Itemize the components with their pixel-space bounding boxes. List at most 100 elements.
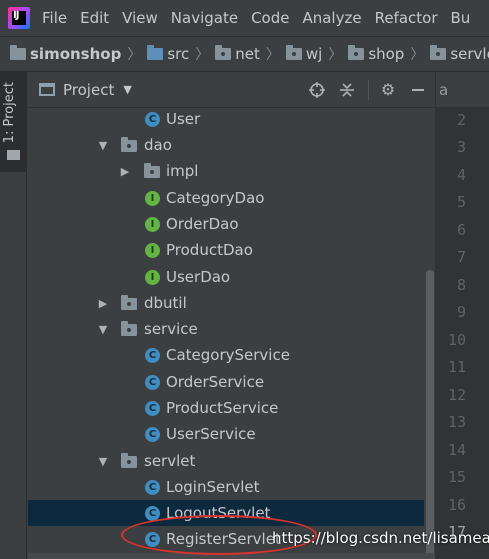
menu-refactor[interactable]: Refactor	[375, 9, 438, 27]
panel-toolbar: ⚙	[298, 79, 435, 101]
package-icon	[144, 163, 160, 178]
collapse-all-icon[interactable]	[336, 79, 358, 101]
line-number: 9	[456, 303, 466, 321]
line-number: 11	[447, 358, 466, 376]
tree-item-label: dao	[144, 136, 172, 154]
chevron-right-icon[interactable]: ▶	[97, 297, 109, 310]
tree-item-label: ProductDao	[166, 241, 253, 259]
tree-item-orderdao[interactable]: I OrderDao	[28, 211, 435, 237]
menu-code[interactable]: Code	[251, 9, 289, 27]
package-icon	[121, 137, 137, 152]
tree-item-servlet[interactable]: ▼ servlet	[28, 448, 435, 474]
chevron-right-icon[interactable]: ▶	[119, 165, 131, 178]
line-number: 13	[447, 413, 466, 431]
menu-edit[interactable]: Edit	[80, 9, 109, 27]
tool-window-strip: 1: Project	[0, 72, 27, 559]
menu-navigate[interactable]: Navigate	[171, 9, 238, 27]
breadcrumb-separator-icon: 〉	[410, 47, 425, 63]
crosshair-icon[interactable]	[306, 79, 328, 101]
breadcrumb-item-wj[interactable]: wj	[285, 45, 322, 63]
chevron-down-icon[interactable]: ▼	[123, 83, 131, 96]
tree-item-userdao[interactable]: I UserDao	[28, 264, 435, 290]
intellij-logo-icon[interactable]: IJ	[8, 7, 30, 29]
chevron-down-icon[interactable]: ▼	[97, 323, 109, 336]
line-number: 4	[456, 166, 466, 184]
tree-item-productdao[interactable]: I ProductDao	[28, 237, 435, 263]
interface-icon: I	[145, 242, 160, 258]
editor-area: a 2 3 4 5 6 7 8 9 10 11 12 13 14 15 16 1…	[435, 72, 489, 559]
interface-icon: I	[145, 190, 160, 206]
class-icon: C	[145, 347, 160, 363]
tree-item-service[interactable]: ▼ service	[28, 316, 435, 342]
folder-icon	[7, 150, 20, 160]
package-icon	[348, 45, 365, 60]
editor-tab-label: a	[439, 81, 449, 99]
breadcrumb-item-servlet[interactable]: servlet	[430, 45, 489, 63]
menu-file[interactable]: File	[42, 9, 67, 27]
interface-icon: I	[145, 269, 160, 285]
tree-item-label: CategoryDao	[166, 189, 265, 207]
tree-item-label: LoginServlet	[166, 478, 260, 496]
tree-item-label: User	[166, 110, 201, 128]
package-icon	[121, 453, 137, 468]
tree-item-user[interactable]: C User	[28, 108, 435, 132]
gear-icon[interactable]: ⚙	[377, 79, 399, 101]
breadcrumb-item-net[interactable]: net	[215, 45, 260, 63]
tree-item-label: servlet	[144, 452, 196, 470]
toolbar-divider	[368, 79, 369, 100]
tree-item-dao[interactable]: ▼ dao	[28, 132, 435, 158]
editor-tab[interactable]: a	[436, 72, 489, 108]
menu-bar: IJ File Edit View Navigate Code Analyze …	[0, 0, 489, 36]
breadcrumb-item-src[interactable]: src	[147, 45, 189, 63]
menu-build[interactable]: Bu	[451, 9, 471, 27]
class-icon: C	[145, 426, 160, 442]
panel-title[interactable]: Project	[63, 81, 114, 99]
package-icon	[285, 45, 302, 60]
chevron-down-icon[interactable]: ▼	[97, 139, 109, 152]
tree-item-label: impl	[166, 162, 199, 180]
project-tool-tab-label: 1: Project	[2, 82, 17, 144]
menu-analyze[interactable]: Analyze	[302, 9, 361, 27]
tree-item-categorydao[interactable]: I CategoryDao	[28, 185, 435, 211]
folder-icon	[10, 45, 26, 60]
watermark-text: https://blog.csdn.net/lisameal	[272, 529, 489, 547]
tree-item-label: ProductService	[166, 399, 279, 417]
minimize-icon[interactable]	[407, 79, 429, 101]
chevron-down-icon[interactable]: ▼	[97, 455, 109, 468]
project-tool-tab[interactable]: 1: Project	[0, 72, 27, 172]
tree-item-productservice[interactable]: C ProductService	[28, 395, 435, 421]
project-panel-header: Project ▼ ⚙	[28, 72, 435, 108]
class-icon: C	[145, 111, 160, 127]
package-icon	[430, 45, 447, 60]
tree-item-impl[interactable]: ▶ impl	[28, 158, 435, 184]
tree-item-label: CategoryService	[166, 346, 290, 364]
class-icon: C	[145, 479, 160, 495]
tree-item-label: service	[144, 320, 198, 338]
tree-item-loginservlet[interactable]: C LoginServlet	[28, 474, 435, 500]
breadcrumb-item-project[interactable]: simonshop	[10, 45, 121, 63]
breadcrumb-item-shop[interactable]: shop	[348, 45, 404, 63]
line-number: 5	[456, 193, 466, 211]
line-number: 16	[447, 496, 466, 514]
class-icon: C	[145, 400, 160, 416]
package-icon	[121, 321, 137, 336]
tree-item-label: UserDao	[166, 268, 231, 286]
tree-item-label: OrderDao	[166, 215, 239, 233]
line-number: 8	[456, 276, 466, 294]
tree-item-label: UserService	[166, 425, 256, 443]
tree-item-dbutil[interactable]: ▶ dbutil	[28, 290, 435, 316]
line-number: 7	[456, 248, 466, 266]
line-number: 3	[456, 138, 466, 156]
tree-item-orderservice[interactable]: C OrderService	[28, 369, 435, 395]
package-icon	[215, 45, 232, 60]
tree-item-categoryservice[interactable]: C CategoryService	[28, 342, 435, 368]
tree-item-userservice[interactable]: C UserService	[28, 421, 435, 447]
tree-scrollbar-thumb[interactable]	[426, 270, 434, 559]
breadcrumb-separator-icon: 〉	[195, 47, 210, 63]
project-view-icon	[39, 83, 55, 96]
menu-view[interactable]: View	[122, 9, 158, 27]
breadcrumb: simonshop 〉 src 〉 net 〉 wj 〉 shop 〉 serv…	[0, 36, 489, 72]
line-number: 12	[447, 386, 466, 404]
package-icon	[121, 295, 137, 310]
tree-item-label: dbutil	[144, 294, 187, 312]
